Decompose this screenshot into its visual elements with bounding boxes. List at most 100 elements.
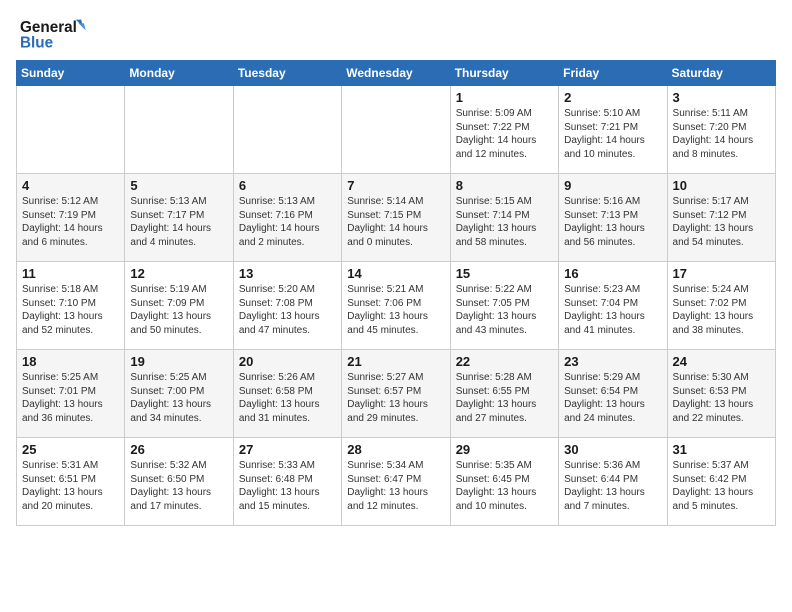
calendar-cell: 9Sunrise: 5:16 AM Sunset: 7:13 PM Daylig… (559, 174, 667, 262)
day-info: Sunrise: 5:09 AM Sunset: 7:22 PM Dayligh… (456, 107, 553, 161)
day-info: Sunrise: 5:13 AM Sunset: 7:17 PM Dayligh… (130, 195, 227, 249)
calendar-cell: 4Sunrise: 5:12 AM Sunset: 7:19 PM Daylig… (17, 174, 125, 262)
calendar-cell: 6 Sunrise: 5:13 AM Sunset: 7:16 PM Daylig… (233, 174, 341, 262)
day-number: 30 (564, 442, 661, 457)
day-info: Sunrise: 5:17 AM Sunset: 7:12 PM Dayligh… (673, 195, 770, 249)
day-info: Sunrise: 5:15 AM Sunset: 7:14 PM Dayligh… (456, 195, 553, 249)
day-number: 13 (239, 266, 336, 281)
day-info: Sunrise: 5:36 AM Sunset: 6:44 PM Dayligh… (564, 459, 661, 513)
day-number: 26 (130, 442, 227, 457)
page-header: GeneralBlue (16, 16, 776, 52)
calendar-cell: 22 Sunrise: 5:28 AM Sunset: 6:55 PM Dayli… (450, 350, 558, 438)
day-number: 31 (673, 442, 770, 457)
day-number: 9 (564, 178, 661, 193)
calendar-header-thursday: Thursday (450, 61, 558, 86)
logo: GeneralBlue (16, 16, 96, 52)
calendar-week-row: 1 Sunrise: 5:09 AM Sunset: 7:22 PM Daylig… (17, 86, 776, 174)
day-number: 28 (347, 442, 444, 457)
day-info: Sunrise: 5:26 AM Sunset: 6:58 PM Dayligh… (239, 371, 336, 425)
calendar-week-row: 18 Sunrise: 5:25 AM Sunset: 7:01 PM Dayli… (17, 350, 776, 438)
day-info: Sunrise: 5:13 AM Sunset: 7:16 PM Dayligh… (239, 195, 336, 249)
calendar-cell: 3 Sunrise: 5:11 AM Sunset: 7:20 PM Daylig… (667, 86, 775, 174)
calendar-cell: 18 Sunrise: 5:25 AM Sunset: 7:01 PM Dayli… (17, 350, 125, 438)
calendar-header-wednesday: Wednesday (342, 61, 450, 86)
calendar-week-row: 25 Sunrise: 5:31 AM Sunset: 6:51 PM Dayli… (17, 438, 776, 526)
calendar-cell: 13 Sunrise: 5:20 AM Sunset: 7:08 PM Dayli… (233, 262, 341, 350)
day-number: 25 (22, 442, 119, 457)
day-info: Sunrise: 5:33 AM Sunset: 6:48 PM Dayligh… (239, 459, 336, 513)
day-number: 18 (22, 354, 119, 369)
calendar-cell (17, 86, 125, 174)
day-info: Sunrise: 5:34 AM Sunset: 6:47 PM Dayligh… (347, 459, 444, 513)
day-info: Sunrise: 5:11 AM Sunset: 7:20 PM Dayligh… (673, 107, 770, 161)
day-number: 2 (564, 90, 661, 105)
calendar-cell: 19Sunrise: 5:25 AM Sunset: 7:00 PM Dayli… (125, 350, 233, 438)
calendar-cell: 7 Sunrise: 5:14 AM Sunset: 7:15 PM Daylig… (342, 174, 450, 262)
calendar-week-row: 11 Sunrise: 5:18 AM Sunset: 7:10 PM Dayli… (17, 262, 776, 350)
calendar-header-sunday: Sunday (17, 61, 125, 86)
day-number: 10 (673, 178, 770, 193)
day-number: 24 (673, 354, 770, 369)
day-number: 27 (239, 442, 336, 457)
day-info: Sunrise: 5:29 AM Sunset: 6:54 PM Dayligh… (564, 371, 661, 425)
calendar-cell: 20 Sunrise: 5:26 AM Sunset: 6:58 PM Dayli… (233, 350, 341, 438)
day-number: 23 (564, 354, 661, 369)
calendar-table: SundayMondayTuesdayWednesdayThursdayFrid… (16, 60, 776, 526)
day-info: Sunrise: 5:22 AM Sunset: 7:05 PM Dayligh… (456, 283, 553, 337)
calendar-cell: 21 Sunrise: 5:27 AM Sunset: 6:57 PM Dayli… (342, 350, 450, 438)
day-number: 20 (239, 354, 336, 369)
day-number: 1 (456, 90, 553, 105)
calendar-header-friday: Friday (559, 61, 667, 86)
day-info: Sunrise: 5:21 AM Sunset: 7:06 PM Dayligh… (347, 283, 444, 337)
day-info: Sunrise: 5:27 AM Sunset: 6:57 PM Dayligh… (347, 371, 444, 425)
calendar-cell: 5Sunrise: 5:13 AM Sunset: 7:17 PM Daylig… (125, 174, 233, 262)
day-info: Sunrise: 5:25 AM Sunset: 7:00 PM Dayligh… (130, 371, 227, 425)
calendar-cell: 26 Sunrise: 5:32 AM Sunset: 6:50 PM Dayli… (125, 438, 233, 526)
day-info: Sunrise: 5:35 AM Sunset: 6:45 PM Dayligh… (456, 459, 553, 513)
day-number: 16 (564, 266, 661, 281)
day-info: Sunrise: 5:25 AM Sunset: 7:01 PM Dayligh… (22, 371, 119, 425)
calendar-cell: 24Sunrise: 5:30 AM Sunset: 6:53 PM Dayli… (667, 350, 775, 438)
logo-icon: GeneralBlue (16, 16, 96, 52)
calendar-cell (125, 86, 233, 174)
calendar-cell (233, 86, 341, 174)
calendar-cell: 10 Sunrise: 5:17 AM Sunset: 7:12 PM Dayli… (667, 174, 775, 262)
day-number: 21 (347, 354, 444, 369)
day-number: 17 (673, 266, 770, 281)
day-info: Sunrise: 5:18 AM Sunset: 7:10 PM Dayligh… (22, 283, 119, 337)
calendar-cell: 23 Sunrise: 5:29 AM Sunset: 6:54 PM Dayli… (559, 350, 667, 438)
calendar-cell: 15Sunrise: 5:22 AM Sunset: 7:05 PM Dayli… (450, 262, 558, 350)
calendar-cell (342, 86, 450, 174)
day-number: 22 (456, 354, 553, 369)
calendar-header-tuesday: Tuesday (233, 61, 341, 86)
calendar-cell: 25 Sunrise: 5:31 AM Sunset: 6:51 PM Dayli… (17, 438, 125, 526)
day-info: Sunrise: 5:24 AM Sunset: 7:02 PM Dayligh… (673, 283, 770, 337)
day-number: 4 (22, 178, 119, 193)
day-number: 8 (456, 178, 553, 193)
day-number: 7 (347, 178, 444, 193)
day-info: Sunrise: 5:20 AM Sunset: 7:08 PM Dayligh… (239, 283, 336, 337)
day-info: Sunrise: 5:28 AM Sunset: 6:55 PM Dayligh… (456, 371, 553, 425)
calendar-week-row: 4Sunrise: 5:12 AM Sunset: 7:19 PM Daylig… (17, 174, 776, 262)
day-info: Sunrise: 5:14 AM Sunset: 7:15 PM Dayligh… (347, 195, 444, 249)
calendar-cell: 8 Sunrise: 5:15 AM Sunset: 7:14 PM Daylig… (450, 174, 558, 262)
day-number: 12 (130, 266, 227, 281)
day-number: 14 (347, 266, 444, 281)
calendar-cell: 28 Sunrise: 5:34 AM Sunset: 6:47 PM Dayli… (342, 438, 450, 526)
calendar-cell: 2Sunrise: 5:10 AM Sunset: 7:21 PM Daylig… (559, 86, 667, 174)
calendar-cell: 30 Sunrise: 5:36 AM Sunset: 6:44 PM Dayli… (559, 438, 667, 526)
day-number: 3 (673, 90, 770, 105)
calendar-cell: 16 Sunrise: 5:23 AM Sunset: 7:04 PM Dayli… (559, 262, 667, 350)
day-number: 11 (22, 266, 119, 281)
calendar-header-saturday: Saturday (667, 61, 775, 86)
day-info: Sunrise: 5:32 AM Sunset: 6:50 PM Dayligh… (130, 459, 227, 513)
day-number: 6 (239, 178, 336, 193)
day-info: Sunrise: 5:31 AM Sunset: 6:51 PM Dayligh… (22, 459, 119, 513)
day-info: Sunrise: 5:23 AM Sunset: 7:04 PM Dayligh… (564, 283, 661, 337)
day-info: Sunrise: 5:37 AM Sunset: 6:42 PM Dayligh… (673, 459, 770, 513)
calendar-cell: 31 Sunrise: 5:37 AM Sunset: 6:42 PM Dayli… (667, 438, 775, 526)
day-info: Sunrise: 5:19 AM Sunset: 7:09 PM Dayligh… (130, 283, 227, 337)
calendar-cell: 14 Sunrise: 5:21 AM Sunset: 7:06 PM Dayli… (342, 262, 450, 350)
calendar-cell: 11 Sunrise: 5:18 AM Sunset: 7:10 PM Dayli… (17, 262, 125, 350)
calendar-cell: 27 Sunrise: 5:33 AM Sunset: 6:48 PM Dayli… (233, 438, 341, 526)
